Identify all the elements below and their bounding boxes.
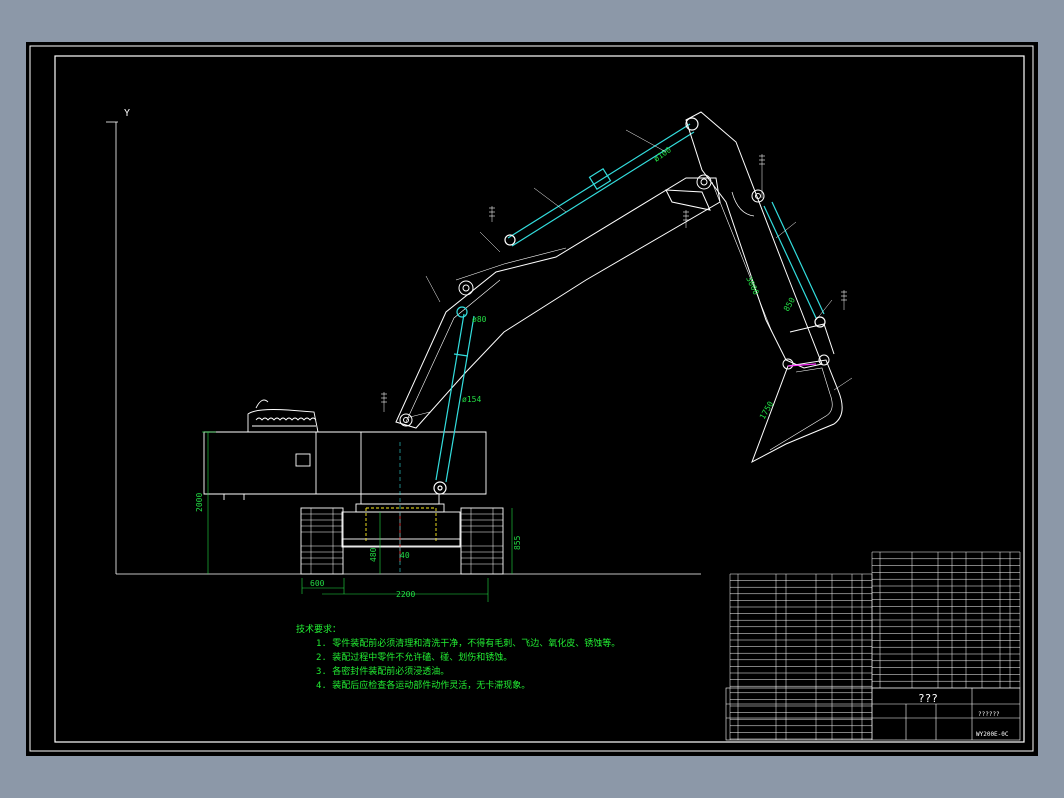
parts-list-table bbox=[729, 551, 1021, 740]
dim-3000: 3000 bbox=[744, 275, 760, 296]
note-line-4: 4. 装配后应检查各运动部件动作灵活，无卡滞现象。 bbox=[316, 679, 530, 691]
dim-855: 855 bbox=[513, 535, 522, 550]
arm-cylinder bbox=[504, 117, 699, 247]
dim-154: ø154 bbox=[462, 395, 481, 404]
note-line-2: 2. 装配过程中零件不允许磕、碰、划伤和锈蚀。 bbox=[316, 651, 512, 663]
cad-drawing: Y 2000 600 2200 480 40 855 ø154 ø80 ø100… bbox=[29, 45, 1034, 752]
dim-480: 480 bbox=[369, 547, 378, 562]
note-line-3: 3. 各密封件装配前必须浸透油。 bbox=[316, 665, 449, 677]
excavator-house bbox=[203, 399, 487, 500]
dim-600: 600 bbox=[310, 579, 325, 588]
y-axis-label: Y bbox=[124, 108, 130, 119]
boom bbox=[395, 174, 721, 429]
dim-40: 40 bbox=[400, 551, 410, 560]
technical-notes: 技术要求： 1. 零件装配前必须清理和清洗干净，不得有毛刺、飞边、氧化皮、锈蚀等… bbox=[296, 623, 620, 691]
dim-100: ø100 bbox=[652, 145, 673, 164]
drawing-sheet: Y 2000 600 2200 480 40 855 ø154 ø80 ø100… bbox=[26, 42, 1038, 756]
note-line-1: 1. 零件装配前必须清理和清洗干净，不得有毛刺、飞边、氧化皮、锈蚀等。 bbox=[316, 637, 620, 649]
undercarriage bbox=[300, 493, 504, 575]
title-block-title: ??? bbox=[918, 692, 938, 705]
title-block-code: ?????? bbox=[978, 711, 1000, 718]
bucket-cylinder bbox=[763, 201, 835, 355]
dim-1750: 1750 bbox=[758, 400, 776, 421]
dimension-lines bbox=[202, 431, 513, 602]
title-block-number: WY200E-0C bbox=[976, 731, 1009, 738]
dim-2000: 2000 bbox=[195, 493, 204, 512]
dim-80: ø80 bbox=[472, 315, 487, 324]
notes-heading: 技术要求： bbox=[296, 623, 341, 635]
balloon-marks bbox=[381, 155, 847, 403]
dim-2200: 2200 bbox=[396, 590, 415, 599]
dim-850: 850 bbox=[782, 296, 797, 313]
